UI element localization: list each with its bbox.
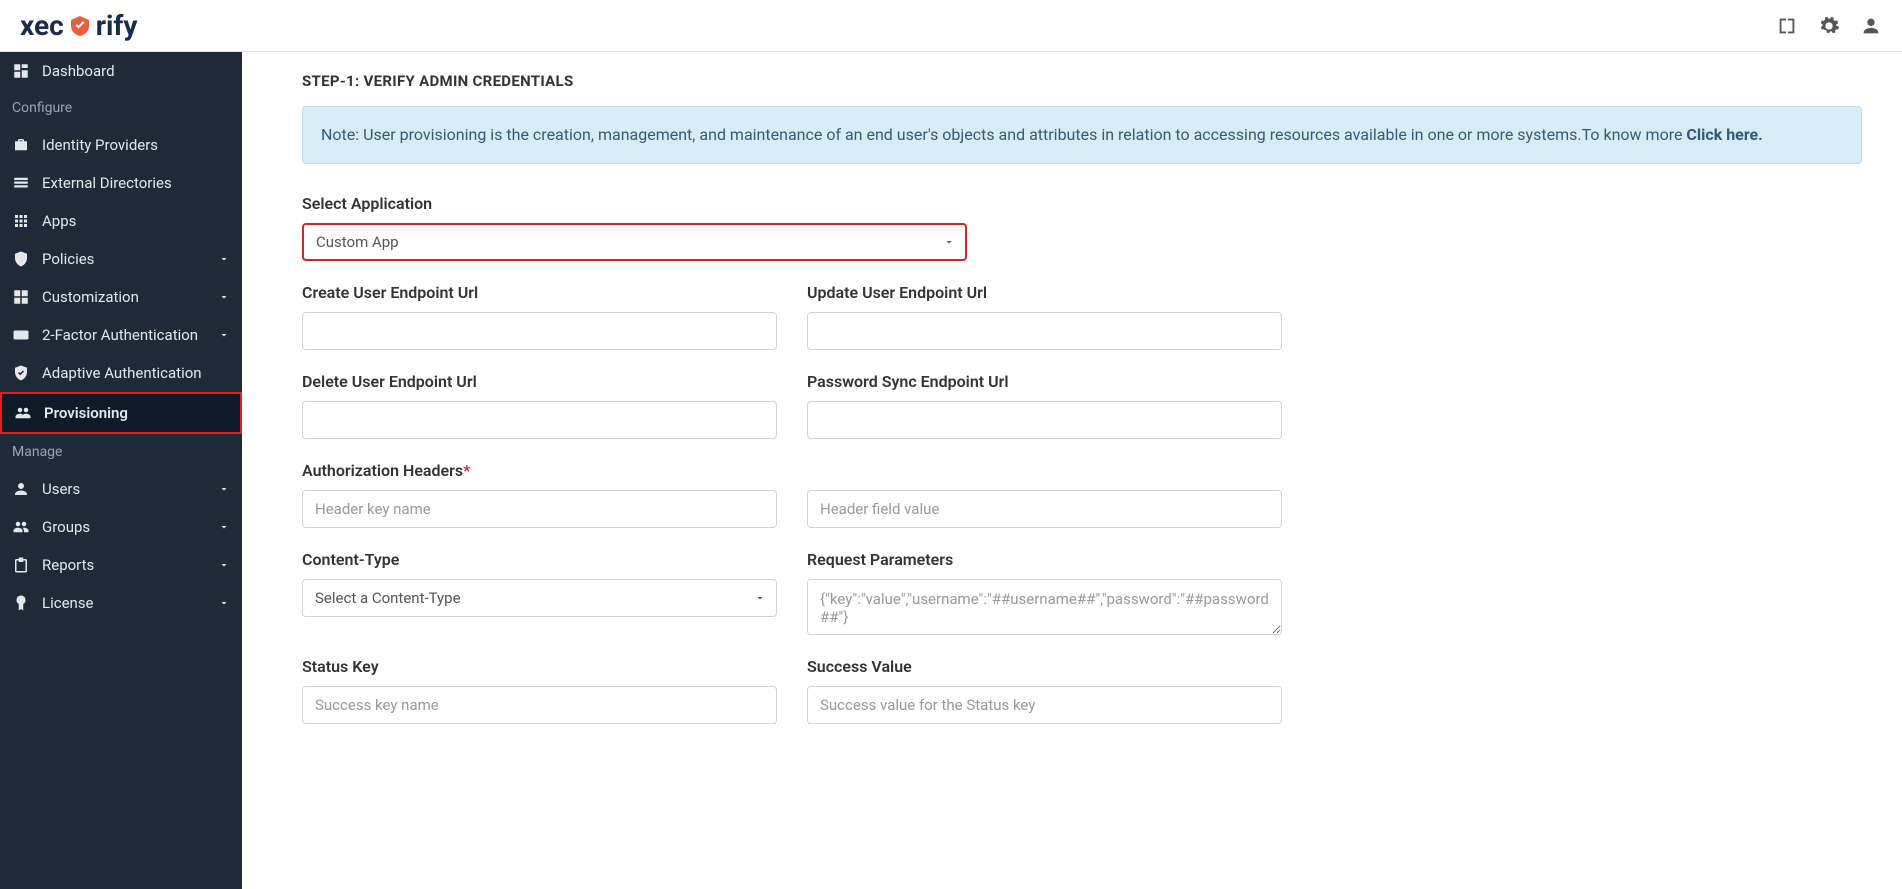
sidebar-item-label: Reports xyxy=(42,556,94,574)
select-application-dropdown[interactable]: Custom App xyxy=(302,223,967,261)
docs-icon[interactable] xyxy=(1776,15,1798,37)
chevron-down-icon xyxy=(754,592,766,604)
sidebar-item-label: Users xyxy=(42,480,80,498)
brand-check-icon xyxy=(68,14,92,38)
sidebar-item-license[interactable]: License xyxy=(0,584,242,622)
brand-text-left: xec xyxy=(20,9,64,42)
sidebar-item-label: Customization xyxy=(42,288,139,306)
sidebar-item-label: Dashboard xyxy=(42,62,115,80)
brand-logo: xec rify xyxy=(20,9,137,42)
sidebar-item-label: Apps xyxy=(42,212,76,230)
sidebar-item-groups[interactable]: Groups xyxy=(0,508,242,546)
status-key-input[interactable] xyxy=(302,686,777,724)
top-icons xyxy=(1776,15,1882,37)
create-url-label: Create User Endpoint Url xyxy=(302,283,777,302)
sidebar-item-label: Identity Providers xyxy=(42,136,158,154)
request-params-input[interactable] xyxy=(807,579,1282,635)
clipboard-icon xyxy=(12,556,30,574)
content-type-dropdown[interactable]: Select a Content-Type xyxy=(302,579,777,617)
gear-icon[interactable] xyxy=(1818,15,1840,37)
select-application-value: Custom App xyxy=(316,233,399,251)
brand-text-right: rify xyxy=(96,9,138,42)
chevron-down-icon xyxy=(218,253,230,265)
topbar: xec rify xyxy=(0,0,1902,52)
chevron-down-icon xyxy=(218,329,230,341)
content-type-value: Select a Content-Type xyxy=(315,589,461,607)
chevron-down-icon xyxy=(218,597,230,609)
sidebar-item-label: Provisioning xyxy=(44,404,128,422)
header-key-input[interactable] xyxy=(302,490,777,528)
auth-headers-label: Authorization Headers* xyxy=(302,461,777,480)
password-url-label: Password Sync Endpoint Url xyxy=(807,372,1282,391)
shield-check-icon xyxy=(12,364,30,382)
user-icon[interactable] xyxy=(1860,15,1882,37)
note-link[interactable]: Click here. xyxy=(1686,125,1762,144)
sidebar-item-users[interactable]: Users xyxy=(0,470,242,508)
note-text: Note: User provisioning is the creation,… xyxy=(321,125,1686,144)
select-application-label: Select Application xyxy=(302,194,967,213)
sidebar-item-external-directories[interactable]: External Directories xyxy=(0,164,242,202)
chevron-down-icon xyxy=(943,236,955,248)
info-note: Note: User provisioning is the creation,… xyxy=(302,106,1862,164)
status-key-label: Status Key xyxy=(302,657,777,676)
sidebar-item-reports[interactable]: Reports xyxy=(0,546,242,584)
dashboard-icon xyxy=(12,62,30,80)
header-value-input[interactable] xyxy=(807,490,1282,528)
sidebar-item-identity-providers[interactable]: Identity Providers xyxy=(0,126,242,164)
sidebar-item-label: Adaptive Authentication xyxy=(42,364,202,382)
chevron-down-icon xyxy=(218,483,230,495)
badge-icon xyxy=(12,594,30,612)
group-icon xyxy=(12,518,30,536)
sidebar-item-label: External Directories xyxy=(42,174,172,192)
sidebar-section-configure: Configure xyxy=(0,90,242,126)
sidebar-item-2fa[interactable]: 2-Factor Authentication xyxy=(0,316,242,354)
person-icon xyxy=(12,480,30,498)
chevron-down-icon xyxy=(218,521,230,533)
success-value-label: Success Value xyxy=(807,657,1282,676)
success-value-input[interactable] xyxy=(807,686,1282,724)
puzzle-icon xyxy=(12,288,30,306)
create-url-input[interactable] xyxy=(302,312,777,350)
sidebar-item-adaptive-auth[interactable]: Adaptive Authentication xyxy=(0,354,242,392)
sidebar-item-label: Groups xyxy=(42,518,90,536)
list-icon xyxy=(12,174,30,192)
update-url-label: Update User Endpoint Url xyxy=(807,283,1282,302)
sidebar: Dashboard Configure Identity Providers E… xyxy=(0,52,242,889)
delete-url-input[interactable] xyxy=(302,401,777,439)
content-type-label: Content-Type xyxy=(302,550,777,569)
numbers-icon xyxy=(12,326,30,344)
briefcase-icon xyxy=(12,136,30,154)
chevron-down-icon xyxy=(218,559,230,571)
grid-icon xyxy=(12,212,30,230)
sidebar-item-label: Policies xyxy=(42,250,94,268)
spacer-label xyxy=(807,461,1282,480)
chevron-down-icon xyxy=(218,291,230,303)
main-content: STEP-1: VERIFY ADMIN CREDENTIALS Note: U… xyxy=(242,52,1902,889)
sidebar-item-provisioning[interactable]: Provisioning xyxy=(0,392,242,434)
sidebar-item-dashboard[interactable]: Dashboard xyxy=(0,52,242,90)
users-sync-icon xyxy=(14,404,32,422)
sidebar-item-customization[interactable]: Customization xyxy=(0,278,242,316)
provisioning-form: Select Application Custom App Create Use… xyxy=(302,194,1282,724)
sidebar-item-label: License xyxy=(42,594,94,612)
delete-url-label: Delete User Endpoint Url xyxy=(302,372,777,391)
step-title: STEP-1: VERIFY ADMIN CREDENTIALS xyxy=(302,72,1862,90)
sidebar-section-manage: Manage xyxy=(0,434,242,470)
update-url-input[interactable] xyxy=(807,312,1282,350)
sidebar-item-label: 2-Factor Authentication xyxy=(42,326,198,344)
password-url-input[interactable] xyxy=(807,401,1282,439)
shield-icon xyxy=(12,250,30,268)
sidebar-item-apps[interactable]: Apps xyxy=(0,202,242,240)
sidebar-item-policies[interactable]: Policies xyxy=(0,240,242,278)
request-params-label: Request Parameters xyxy=(807,550,1282,569)
